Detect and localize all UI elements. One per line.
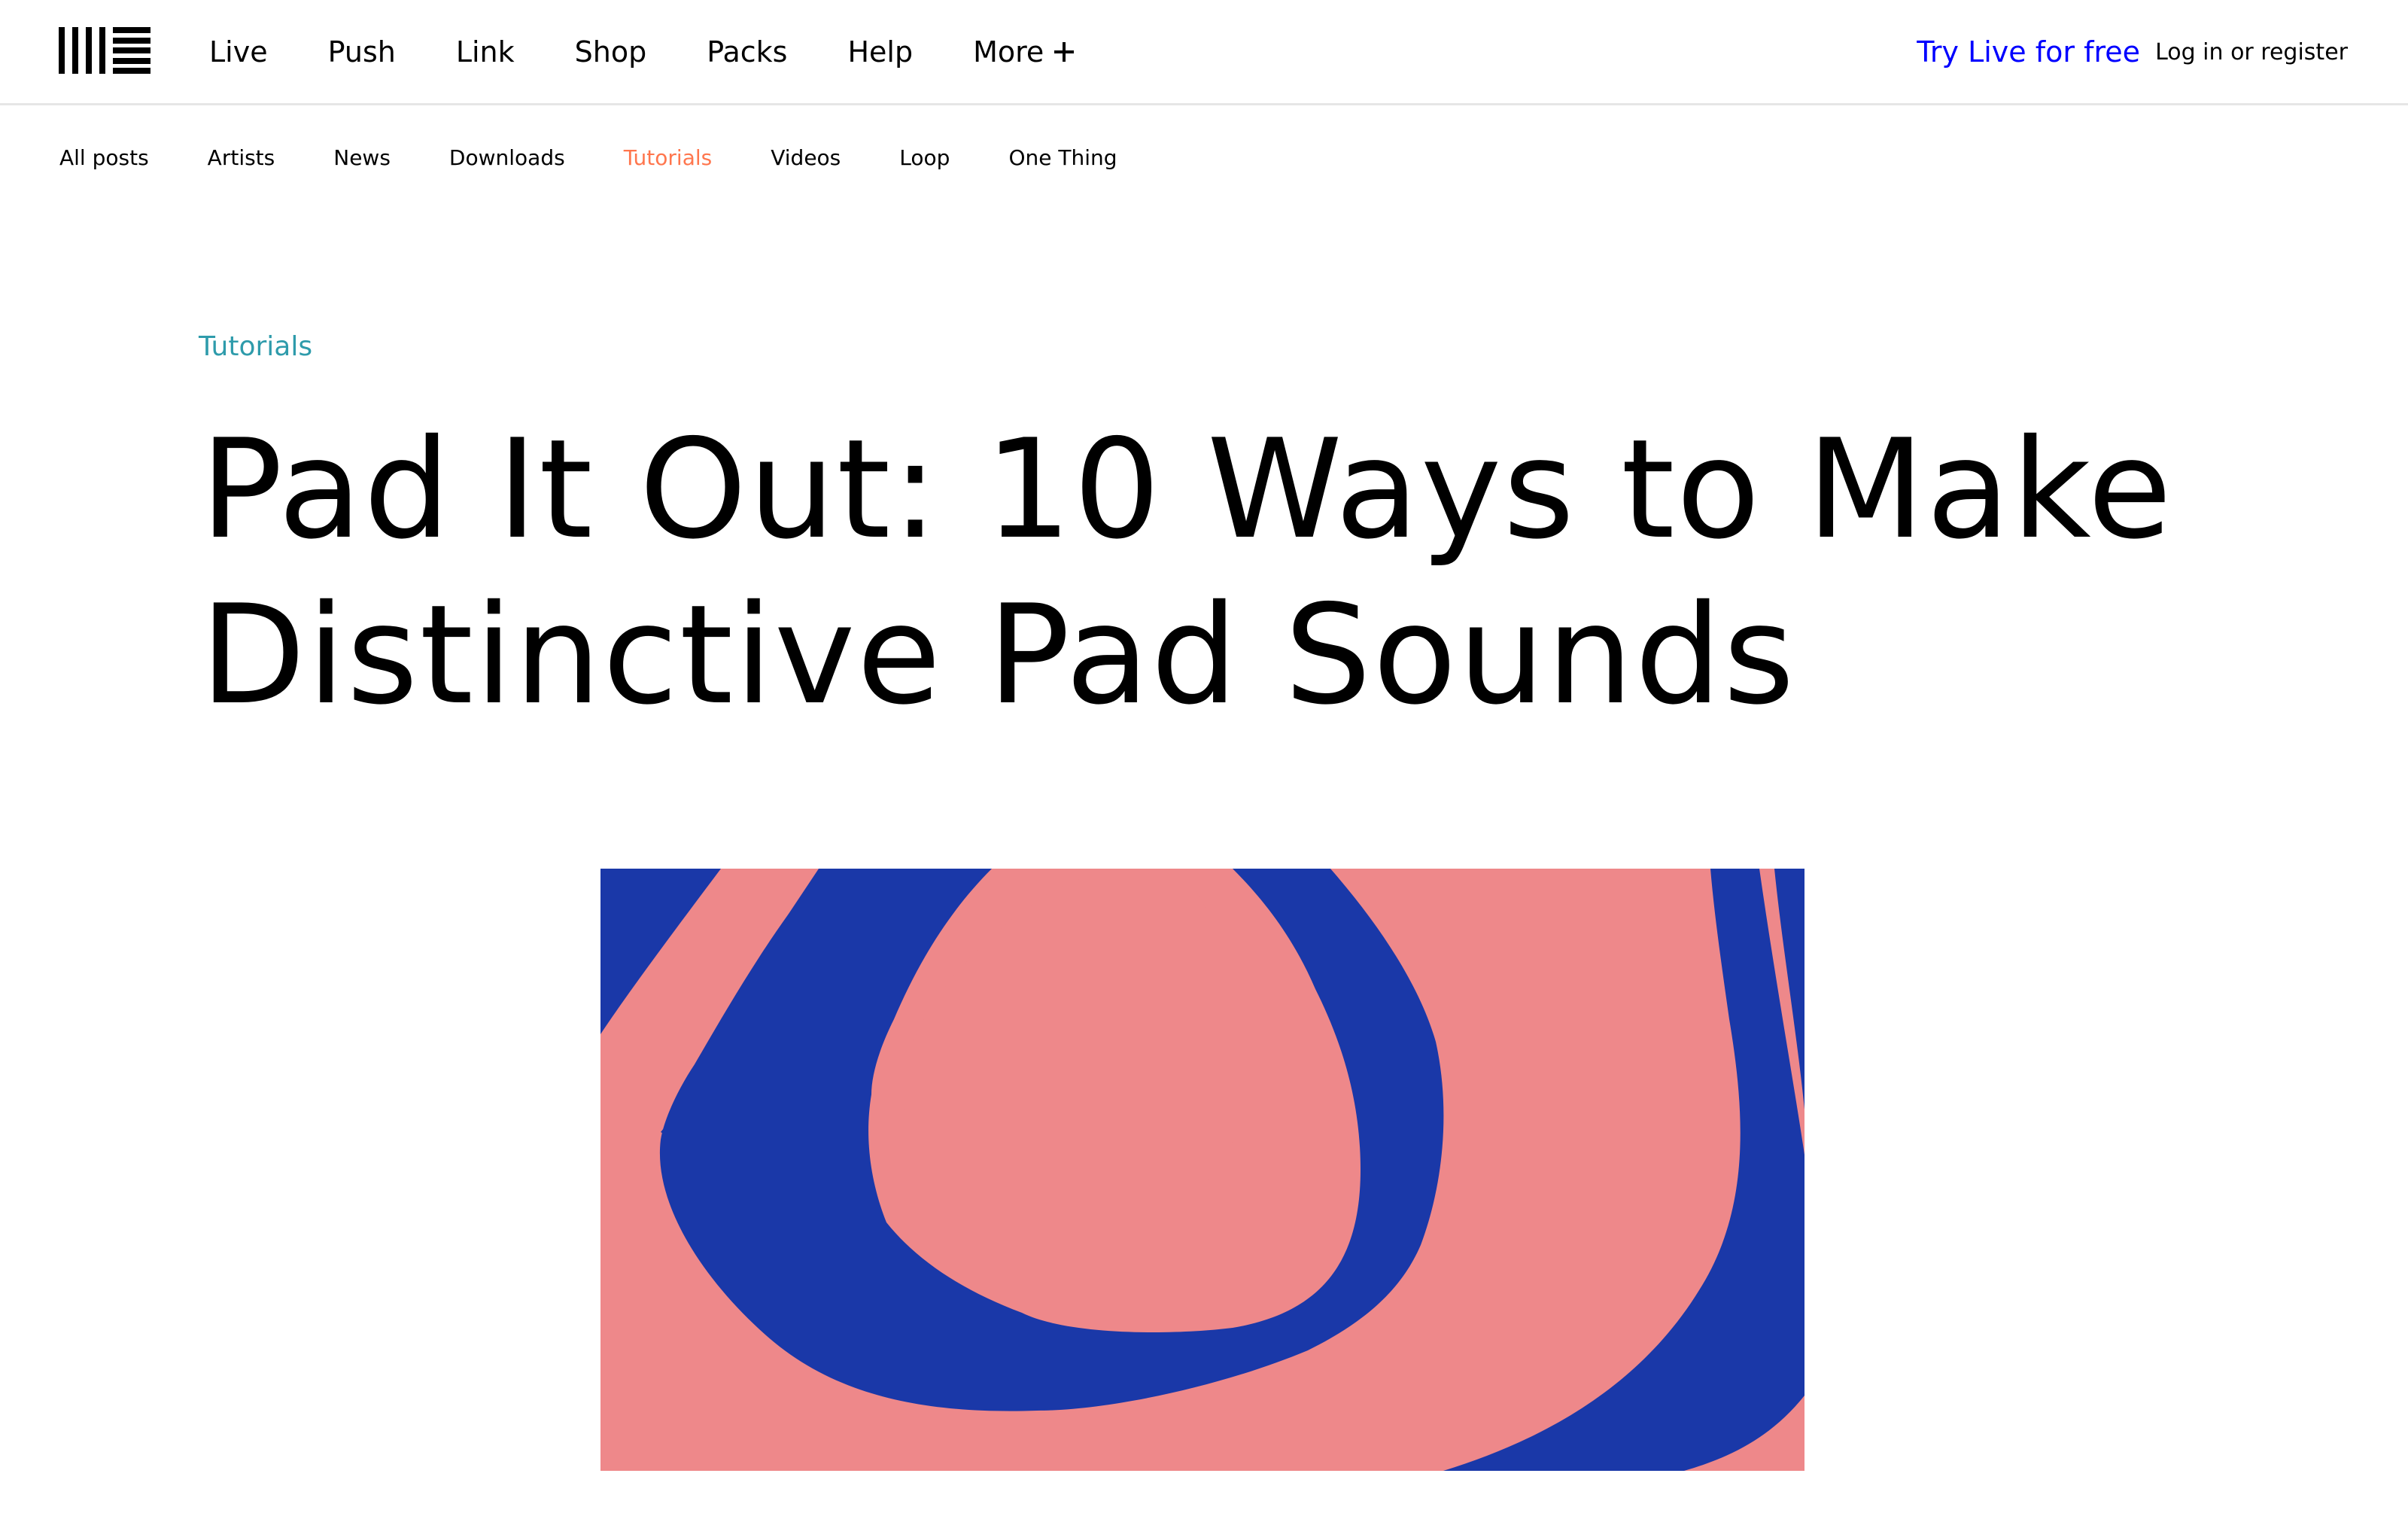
- main-nav: Live Push Link Shop Packs Help More: [209, 27, 1134, 77]
- nav-help[interactable]: Help: [847, 35, 913, 68]
- logo-bar: [59, 27, 65, 74]
- nav-live[interactable]: Live: [209, 35, 268, 68]
- article-title: Pad It Out: 10 Ways to Make Distinctive …: [200, 406, 2232, 738]
- nav-more[interactable]: More: [973, 35, 1075, 68]
- logo-bar: [72, 27, 78, 74]
- logo-bar: [86, 27, 92, 74]
- subnav-one-thing[interactable]: One Thing: [1008, 145, 1117, 170]
- ableton-logo[interactable]: [59, 27, 150, 74]
- subnav-videos[interactable]: Videos: [771, 145, 841, 170]
- logo-lines: [113, 27, 150, 74]
- top-header: Live Push Link Shop Packs Help More Try …: [0, 0, 2408, 105]
- nav-push[interactable]: Push: [328, 35, 396, 68]
- blog-sub-nav: All posts Artists News Downloads Tutoria…: [59, 140, 1176, 175]
- subnav-artists[interactable]: Artists: [208, 145, 275, 170]
- subnav-all-posts[interactable]: All posts: [59, 145, 149, 170]
- article-title-line-2: Distinctive Pad Sounds: [200, 575, 1796, 735]
- abstract-wavy-pattern: [600, 869, 1804, 1471]
- nav-shop[interactable]: Shop: [575, 35, 647, 68]
- subnav-downloads[interactable]: Downloads: [449, 145, 565, 170]
- nav-more-label: More: [973, 35, 1044, 68]
- nav-packs[interactable]: Packs: [707, 35, 787, 68]
- hero-image: [600, 869, 1804, 1471]
- logo-bar: [99, 27, 105, 74]
- subnav-news[interactable]: News: [333, 145, 391, 170]
- article-category-link[interactable]: Tutorials: [199, 331, 312, 362]
- article-title-line-1: Pad It Out: 10 Ways to Make: [200, 409, 2174, 569]
- nav-link[interactable]: Link: [456, 35, 515, 68]
- subnav-tutorials[interactable]: Tutorials: [624, 145, 713, 170]
- login-link[interactable]: Log in or register: [2155, 27, 2348, 77]
- subnav-loop[interactable]: Loop: [899, 145, 950, 170]
- plus-icon: [1054, 42, 1075, 62]
- try-live-link[interactable]: Try Live for free: [1917, 27, 2140, 77]
